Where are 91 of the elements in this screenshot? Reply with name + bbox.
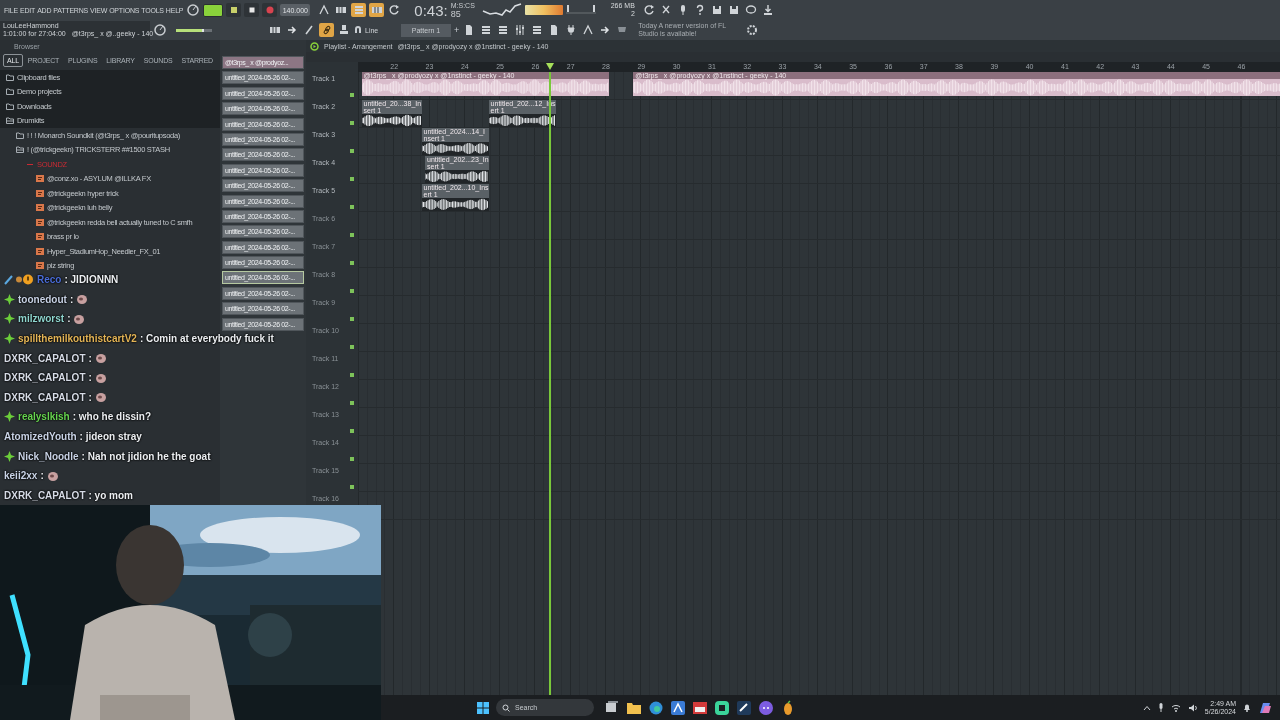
waveform-drawing	[361, 114, 422, 127]
chat-message: : jideon stray	[79, 431, 142, 443]
audio-file-icon[interactable]	[36, 262, 44, 270]
waveform-drawing	[421, 198, 489, 211]
track-led[interactable]	[350, 457, 354, 461]
chat-message: : who he dissin?	[72, 411, 152, 423]
chat-message: :	[67, 313, 71, 325]
track-led[interactable]	[350, 261, 354, 265]
audio-file-icon[interactable]	[36, 175, 44, 183]
waveform-drawing	[421, 142, 489, 155]
chat-message: :	[88, 391, 92, 403]
chat-username: Reco	[37, 274, 62, 286]
track-led[interactable]	[350, 149, 354, 153]
chat-message: : yo mom	[88, 489, 133, 501]
folder-icon[interactable]	[6, 73, 14, 81]
chat-message: :	[40, 470, 44, 482]
chevron-up-icon[interactable]	[1142, 704, 1151, 711]
chat-username: keii2xx	[4, 470, 38, 482]
chat-username: realyslkish	[18, 411, 70, 423]
stop-button[interactable]	[244, 3, 260, 17]
speaker-icon[interactable]	[1187, 703, 1198, 712]
track-led[interactable]	[350, 289, 354, 293]
knob-icon[interactable]	[186, 3, 201, 17]
folder-icon[interactable]	[16, 131, 24, 139]
magnet-icon	[354, 26, 362, 34]
app-icon[interactable]	[692, 699, 708, 716]
audio-file-icon[interactable]	[36, 189, 44, 197]
track-led[interactable]	[350, 121, 354, 125]
scale-drawing	[565, 5, 596, 15]
chat-message: : Comin at everybody fuck it	[139, 333, 274, 345]
chat-username: DXRK_CAPALOT	[4, 372, 86, 384]
master-volume-slider[interactable]	[176, 28, 212, 32]
app-icon[interactable]	[714, 699, 730, 716]
audio-file-icon[interactable]	[36, 247, 44, 255]
track-led[interactable]	[350, 373, 354, 377]
track-led[interactable]	[350, 485, 354, 489]
track-led[interactable]	[350, 177, 354, 181]
track-led[interactable]	[350, 205, 354, 209]
chat-username: milzworst	[18, 313, 65, 325]
add-pattern-button[interactable]: +	[454, 25, 460, 35]
folder-icon[interactable]	[6, 88, 14, 96]
copilot-icon[interactable]	[1258, 700, 1272, 715]
chat-username: toonedout	[18, 293, 67, 305]
chat-message: :	[69, 293, 74, 305]
knob-icon[interactable]	[153, 23, 167, 37]
chat-username: AtomizedYouth	[4, 431, 77, 443]
search-icon	[502, 703, 510, 712]
playlist-icon[interactable]	[310, 41, 319, 51]
square-icon	[229, 6, 238, 14]
chat-message: : JIDIONNN	[64, 274, 119, 286]
peak-meter	[524, 5, 563, 15]
chat-message: :	[88, 372, 92, 384]
audio-file-icon[interactable]	[36, 204, 44, 212]
chat-username: DXRK_CAPALOT	[4, 352, 86, 364]
microphone-icon[interactable]	[1157, 703, 1164, 712]
chat-username: DXRK_CAPALOT	[4, 391, 86, 403]
track-led[interactable]	[350, 317, 354, 321]
chat-message: :	[88, 352, 92, 364]
track-led[interactable]	[350, 233, 354, 237]
chat-username: Nick_Noodle	[18, 450, 79, 462]
open-folder-icon[interactable]	[6, 117, 14, 125]
bell-icon[interactable]	[1243, 703, 1251, 712]
chat-app-icon[interactable]	[758, 699, 774, 716]
waveform-drawing	[425, 170, 489, 183]
playhead-marker[interactable]	[545, 63, 554, 70]
cpu-graph-drawing	[481, 2, 522, 18]
chat-username: DXRK_CAPALOT	[4, 489, 86, 501]
track-led[interactable]	[350, 429, 354, 433]
audio-file-icon[interactable]	[36, 218, 44, 226]
stamp-icon[interactable]	[337, 23, 351, 37]
browser-icon[interactable]	[648, 699, 664, 716]
stop-icon	[247, 6, 256, 14]
folder-icon[interactable]	[6, 102, 14, 110]
track-led[interactable]	[350, 401, 354, 405]
track-led[interactable]	[350, 93, 354, 97]
waveform-drawing	[488, 114, 556, 127]
app-icon[interactable]	[670, 699, 686, 716]
song-mode-toggle[interactable]	[203, 3, 224, 17]
track-led[interactable]	[350, 345, 354, 349]
wifi-icon[interactable]	[1170, 703, 1181, 712]
open-folder-icon[interactable]	[16, 146, 24, 154]
time-centiseconds: 85	[450, 10, 462, 18]
chat-message: : Nah not jidion he the goat	[81, 450, 211, 462]
record-icon	[265, 6, 274, 14]
pen-icon[interactable]	[302, 23, 316, 37]
audio-file-icon[interactable]	[36, 233, 44, 241]
gear-icon[interactable]	[745, 23, 760, 37]
chat-username: spillthemilkouthistcartV2	[18, 333, 137, 345]
windows-start-icon[interactable]	[476, 700, 490, 715]
play-button[interactable]	[226, 3, 242, 17]
song-time: 0:43:	[414, 1, 448, 19]
